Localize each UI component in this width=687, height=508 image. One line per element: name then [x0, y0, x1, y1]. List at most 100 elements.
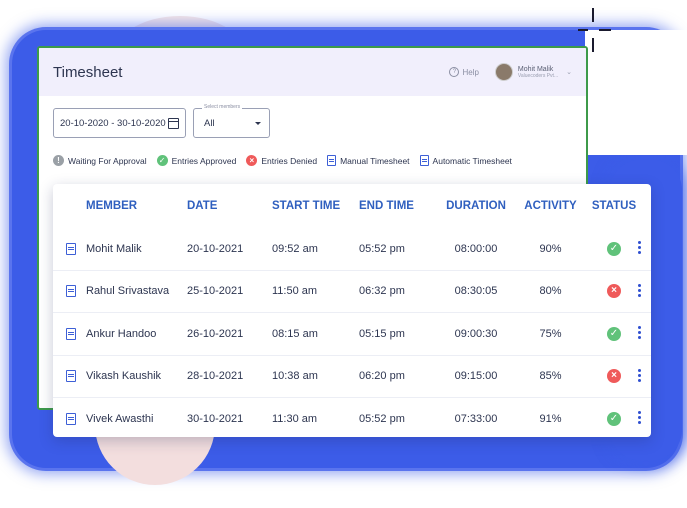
member-name: Rahul Srivastava [86, 285, 170, 298]
help-icon: ? [449, 67, 460, 77]
more-options-icon[interactable] [638, 368, 641, 382]
table-row[interactable]: Vivek Awasthi 30-10-2021 11:30 am 05:52 … [53, 398, 651, 440]
end-time: 05:52 pm [359, 242, 405, 255]
column-member[interactable]: MEMBER [86, 200, 187, 212]
timesheet-icon [65, 412, 76, 425]
end-time: 06:20 pm [359, 370, 405, 383]
more-options-icon[interactable] [638, 241, 641, 254]
row-icon-cell [53, 242, 86, 255]
close-icon: × [246, 155, 258, 166]
legend-denied-label: Entries Denied [261, 155, 318, 166]
activity: 75% [539, 327, 562, 340]
table-row[interactable]: Vikash Kaushik 28-10-2021 10:38 am 06:20… [53, 356, 651, 398]
activity: 91% [539, 412, 562, 425]
legend-manual-label: Manual Timesheet [340, 155, 410, 166]
duration: 09:00:30 [454, 327, 498, 340]
activity: 80% [539, 285, 562, 298]
table-row[interactable]: Ankur Handoo 26-10-2021 08:15 am 05:15 p… [53, 313, 651, 356]
member-name: Vivek Awasthi [86, 412, 154, 425]
calendar-icon [168, 117, 179, 129]
activity: 90% [539, 242, 562, 255]
member-name: Vikash Kaushik [86, 370, 162, 383]
column-duration[interactable]: DURATION [437, 200, 515, 212]
table-row[interactable]: Rahul Srivastava 25-10-2021 11:50 am 06:… [53, 271, 651, 313]
legend-waiting: ! Waiting For Approval [53, 155, 147, 166]
column-end-time[interactable]: END TIME [359, 200, 437, 212]
more-options-icon[interactable] [638, 283, 641, 297]
help-label: Help [462, 67, 479, 77]
entry-date: 20-10-2021 [187, 242, 244, 255]
status-legend: ! Waiting For Approval ✓ Entries Approve… [53, 155, 512, 166]
duration: 08:30:05 [454, 285, 498, 298]
user-name: Mohit Malik [517, 65, 554, 73]
column-date[interactable]: DATE [187, 200, 272, 212]
table-header: MEMBER DATE START TIME END TIME DURATION… [53, 184, 651, 228]
status-cell: × [586, 369, 642, 384]
start-time: 11:30 am [272, 412, 318, 425]
row-icon-cell [53, 285, 86, 298]
timesheet-icon [65, 285, 76, 298]
members-select-label: Select members [202, 104, 243, 110]
more-options-icon[interactable] [638, 326, 641, 339]
row-icon-cell [53, 327, 86, 340]
duration: 07:33:00 [454, 412, 498, 425]
table-row[interactable]: Mohit Malik 20-10-2021 09:52 am 05:52 pm… [53, 228, 651, 271]
member-name: Mohit Malik [86, 242, 142, 255]
entry-date: 26-10-2021 [187, 327, 244, 340]
start-time: 10:38 am [272, 370, 318, 383]
legend-approved: ✓ Entries Approved [156, 155, 237, 166]
filter-bar: 20-10-2020 - 30-10-2020 Select members A… [53, 104, 270, 138]
approved-icon: ✓ [607, 241, 621, 256]
timesheet-table: MEMBER DATE START TIME END TIME DURATION… [53, 184, 651, 437]
denied-icon: × [607, 369, 621, 384]
end-time: 06:32 pm [359, 285, 405, 298]
timesheet-icon [65, 242, 76, 255]
more-options-icon[interactable] [638, 411, 641, 424]
status-cell: ✓ [586, 326, 642, 341]
help-link[interactable]: ? Help [449, 67, 479, 77]
start-time: 09:52 am [272, 242, 318, 255]
end-time: 05:52 pm [359, 412, 405, 425]
legend-approved-label: Entries Approved [171, 155, 237, 166]
timesheet-icon [65, 370, 76, 383]
automatic-timesheet-icon [419, 155, 429, 166]
legend-automatic: Automatic Timesheet [419, 155, 512, 166]
entry-date: 30-10-2021 [187, 412, 244, 425]
chevron-down-icon: ⌄ [566, 69, 572, 76]
page-title: Timesheet [53, 63, 123, 81]
user-info: Mohit Malik Valuecoders Pvt... [518, 66, 558, 79]
legend-automatic-label: Automatic Timesheet [432, 155, 512, 166]
avatar [494, 63, 513, 81]
entry-date: 25-10-2021 [187, 285, 244, 298]
row-icon-cell [53, 412, 86, 425]
waiting-icon: ! [53, 155, 64, 166]
status-cell: ✓ [586, 241, 642, 256]
date-range-value: 20-10-2020 - 30-10-2020 [60, 117, 166, 129]
members-select-value: All [204, 117, 215, 129]
status-cell: ✓ [586, 411, 642, 426]
user-org: Valuecoders Pvt... [517, 72, 559, 79]
panel-header: Timesheet ? Help Mohit Malik Valuecoders… [39, 48, 586, 96]
check-icon: ✓ [156, 155, 168, 166]
start-time: 11:50 am [272, 285, 318, 298]
duration: 08:00:00 [454, 242, 498, 255]
legend-waiting-label: Waiting For Approval [68, 155, 147, 166]
column-activity[interactable]: ACTIVITY [515, 200, 586, 212]
status-cell: × [586, 284, 642, 299]
user-menu[interactable]: Mohit Malik Valuecoders Pvt... ⌄ [494, 63, 572, 81]
column-status[interactable]: STATUS [586, 200, 642, 212]
approved-icon: ✓ [607, 326, 621, 341]
entry-date: 28-10-2021 [187, 370, 244, 383]
member-name: Ankur Handoo [86, 327, 157, 340]
legend-manual: Manual Timesheet [327, 155, 410, 166]
start-time: 08:15 am [272, 327, 318, 340]
manual-timesheet-icon [327, 155, 337, 166]
denied-icon: × [607, 284, 621, 299]
members-select[interactable]: Select members All [193, 104, 270, 138]
timesheet-icon [65, 327, 76, 340]
approved-icon: ✓ [607, 411, 621, 426]
activity: 85% [539, 370, 562, 383]
date-range-picker[interactable]: 20-10-2020 - 30-10-2020 [53, 108, 186, 138]
column-start-time[interactable]: START TIME [272, 200, 359, 212]
duration: 09:15:00 [454, 370, 498, 383]
